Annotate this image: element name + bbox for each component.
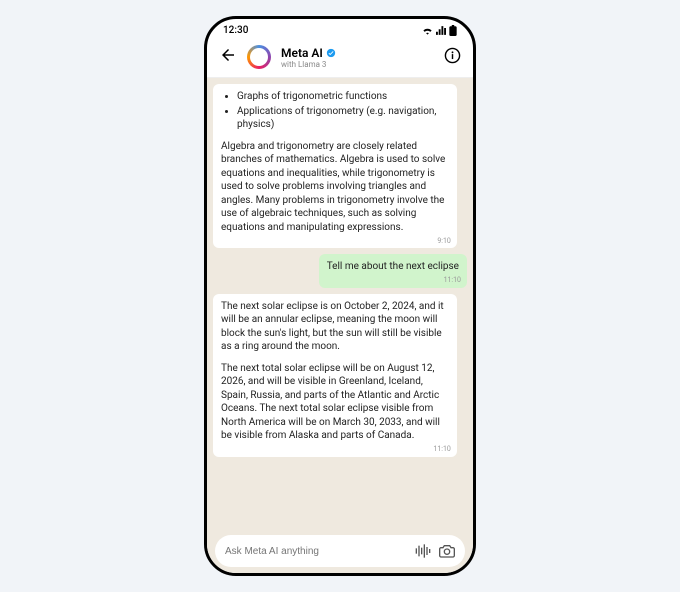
phone-frame: 12:30 Meta AI with Llama 3 Graphs of [204, 16, 476, 576]
message-text: The next solar eclipse is on October 2, … [221, 300, 449, 354]
input-pill [215, 535, 465, 567]
list-item: Graphs of trigonometric functions [237, 90, 449, 104]
message-incoming: The next solar eclipse is on October 2, … [213, 294, 457, 457]
meta-ai-avatar[interactable] [247, 45, 271, 69]
status-time: 12:30 [223, 25, 248, 36]
status-bar: 12:30 [207, 19, 473, 41]
message-text: The next total solar eclipse will be on … [221, 362, 449, 443]
chat-title-block[interactable]: Meta AI with Llama 3 [281, 46, 434, 69]
status-icons [422, 25, 457, 36]
camera-icon[interactable] [439, 544, 455, 558]
message-time: 11:10 [433, 445, 450, 454]
message-text: Tell me about the next eclipse [327, 261, 459, 272]
list-item: Applications of trigonometry (e.g. navig… [237, 105, 449, 132]
chat-messages[interactable]: Graphs of trigonometric functions Applic… [207, 78, 473, 529]
signal-icon [436, 26, 446, 35]
chat-subtitle: with Llama 3 [281, 60, 434, 69]
message-input[interactable] [225, 546, 407, 557]
audio-wave-icon[interactable] [415, 544, 431, 558]
info-button[interactable] [444, 47, 461, 68]
verified-badge-icon [326, 48, 336, 58]
message-incoming: Graphs of trigonometric functions Applic… [213, 84, 457, 248]
back-button[interactable] [219, 46, 237, 69]
message-text: Algebra and trigonometry are closely rel… [221, 140, 449, 235]
message-outgoing: Tell me about the next eclipse 11:10 [319, 254, 467, 288]
wifi-icon [422, 26, 433, 35]
chat-header: Meta AI with Llama 3 [207, 41, 473, 78]
message-time: 11:10 [444, 276, 461, 285]
message-time: 9:10 [437, 237, 451, 246]
bullet-list: Graphs of trigonometric functions Applic… [221, 90, 449, 132]
input-bar [207, 529, 473, 573]
battery-icon [449, 25, 457, 36]
chat-title: Meta AI [281, 46, 323, 60]
